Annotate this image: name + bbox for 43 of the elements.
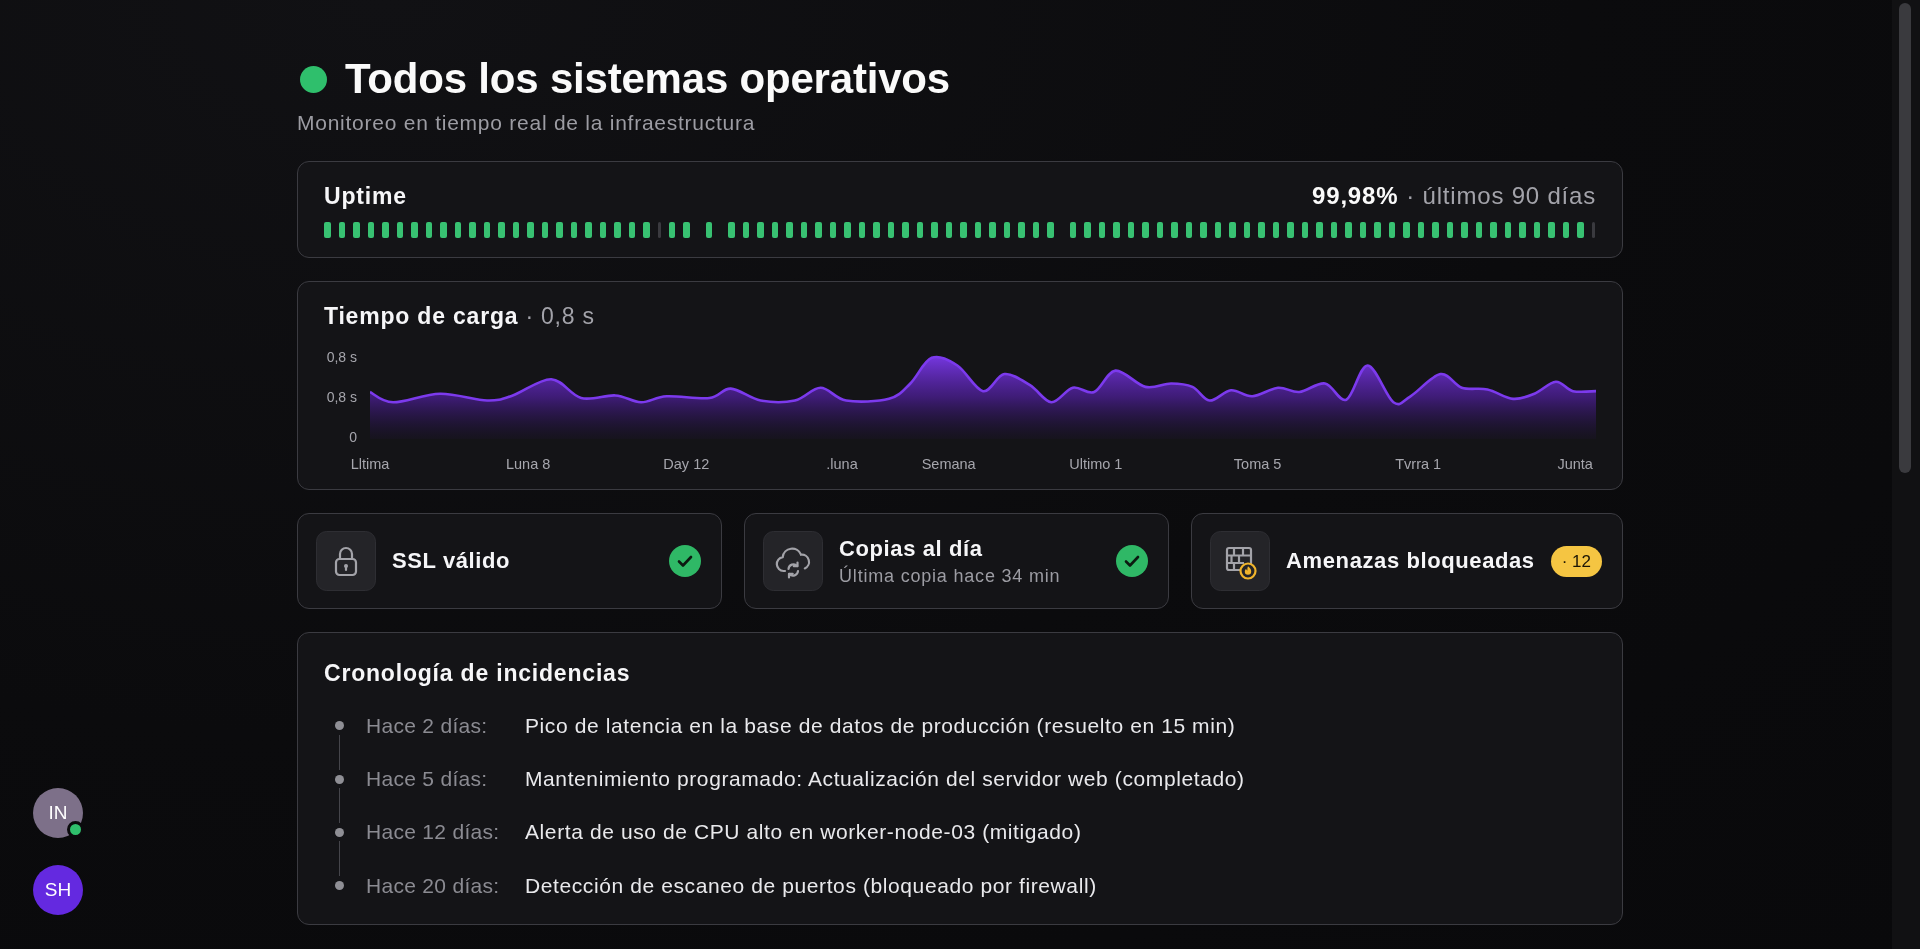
cloud-sync-icon	[763, 531, 824, 591]
y-axis-label: 0,8 s	[326, 349, 357, 365]
x-axis-label: Luna 8	[505, 455, 551, 473]
timeline-dot-icon	[334, 774, 344, 784]
x-axis-label: .luna	[826, 455, 858, 473]
incident-description: Detección de escaneo de puertos (bloqueado por firewall)	[525, 872, 1097, 899]
x-axis-label: Lltima	[350, 455, 390, 473]
y-axis-label: 0,8 s	[326, 389, 357, 405]
page-subtitle: Monitoreo en tiempo real de la infraestructura	[297, 111, 757, 135]
incident-description: Mantenimiento programado: Actualización del servidor web (completado)	[525, 766, 1245, 793]
incident-time: Hace 5 días:	[366, 766, 488, 793]
page-title: Todos los sistemas operativos	[345, 54, 950, 104]
timeline-dot-icon	[334, 881, 344, 891]
incident-time: Hace 2 días:	[366, 712, 488, 739]
count-badge: · 12	[1550, 545, 1602, 577]
uptime-percentage: 99,98%	[1312, 182, 1399, 210]
x-axis-label: Junta	[1557, 455, 1593, 473]
x-axis-label: Day 12	[663, 455, 710, 473]
load-time-value: · 0,8 s	[525, 302, 595, 331]
status-card-title: Copias al día	[839, 535, 983, 562]
incident-description: Alerta de uso de CPU alto en worker-node-03 (mitigado)	[525, 819, 1082, 846]
scrollbar-thumb[interactable]	[1899, 3, 1911, 473]
status-card-title: Amenazas bloqueadas	[1286, 548, 1535, 574]
x-axis-label: Tvrra 1	[1395, 455, 1442, 473]
status-card-title: SSL válido	[392, 548, 511, 574]
x-axis-label: Toma 5	[1233, 455, 1282, 473]
timeline-dot-icon	[334, 827, 344, 837]
load-time-title: Tiempo de carga	[324, 302, 519, 330]
incident-description: Pico de latencia en la base de datos de producción (resuelto en 15 min)	[525, 712, 1236, 739]
timeline-title: Cronología de incidencias	[324, 659, 631, 687]
incident-time: Hace 20 días:	[366, 872, 500, 899]
uptime-period: · últimos 90 días	[1406, 182, 1596, 210]
x-axis-label: Semana	[921, 455, 976, 473]
user-avatar[interactable]: IN	[33, 788, 83, 838]
x-axis-label: Ultimo 1	[1069, 455, 1123, 473]
brick-wall-flame-icon	[1210, 531, 1271, 591]
uptime-title: Uptime	[324, 182, 407, 210]
timeline-dot-icon	[334, 721, 344, 731]
user-avatar[interactable]: SH	[33, 865, 83, 915]
y-axis-label: 0	[349, 429, 357, 445]
incident-time: Hace 12 días:	[366, 819, 500, 846]
padlock-icon	[316, 531, 376, 591]
status-card-subtitle: Última copia hace 34 min	[839, 564, 1061, 587]
